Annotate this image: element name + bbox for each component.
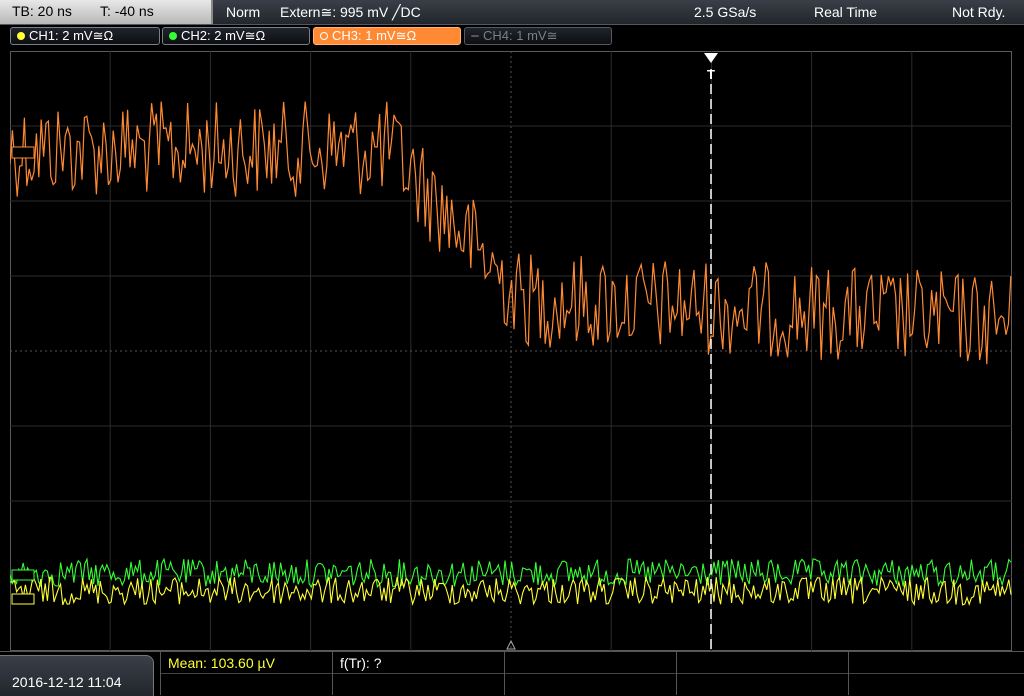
channel-tabs: CH1: 2 mV≅Ω CH2: 2 mV≅Ω CH3: 1 mV≅Ω CH4:… xyxy=(0,26,1024,48)
trigger-label: T xyxy=(707,67,715,82)
ch3-offset-icon xyxy=(11,146,35,159)
ch3-color-icon xyxy=(320,32,328,40)
ch4-label: CH4: 1 mV≅ xyxy=(483,28,558,43)
channel-tab-ch4[interactable]: CH4: 1 mV≅ xyxy=(464,27,612,45)
ch2-color-icon xyxy=(169,32,177,40)
ch1-offset-marker[interactable] xyxy=(11,593,35,605)
ch3-offset-marker[interactable] xyxy=(11,146,35,159)
measurement-cell-5[interactable] xyxy=(848,652,1024,695)
trigger-mode[interactable]: Norm xyxy=(226,4,260,20)
ch2-offset-marker[interactable] xyxy=(11,569,35,581)
ch2-offset-icon xyxy=(11,569,35,581)
datetime-box: 2016-12-12 11:04 xyxy=(0,655,154,696)
timebase-value: TB: 20 ns xyxy=(12,3,72,19)
trigger-arrow-icon[interactable] xyxy=(704,53,718,63)
measurement-cell-3[interactable] xyxy=(504,652,676,695)
ch2-label: CH2: 2 mV≅Ω xyxy=(181,28,266,43)
mean-measurement: Mean: 103.60 µV xyxy=(168,655,275,671)
frequency-measurement: f(Tr): ? xyxy=(340,655,382,671)
waveform-display: T xyxy=(10,51,1012,651)
trigger-offset-value: T: -40 ns xyxy=(100,3,154,19)
channel-tab-ch2[interactable]: CH2: 2 mV≅Ω xyxy=(162,27,310,45)
ch1-offset-icon xyxy=(11,593,35,605)
measurement-cell-4[interactable] xyxy=(676,652,848,695)
acquisition-status: Not Rdy. xyxy=(952,4,1006,20)
channel-tab-ch1[interactable]: CH1: 2 mV≅Ω xyxy=(10,27,160,45)
acquisition-mode[interactable]: Real Time xyxy=(814,4,877,20)
ch3-waveform xyxy=(10,101,1012,365)
ch4-off-icon xyxy=(471,35,479,37)
ch1-color-icon xyxy=(17,32,25,40)
trigger-source[interactable]: Extern≅: 995 mV ╱DC xyxy=(280,4,421,21)
timebase-box[interactable]: TB: 20 ns T: -40 ns xyxy=(0,0,213,24)
ch3-label: CH3: 1 mV≅Ω xyxy=(332,28,417,43)
channel-tab-ch3[interactable]: CH3: 1 mV≅Ω xyxy=(313,27,461,45)
sample-rate[interactable]: 2.5 GSa/s xyxy=(694,4,756,20)
ch1-label: CH1: 2 mV≅Ω xyxy=(29,28,114,43)
status-bar: TB: 20 ns T: -40 ns Norm Extern≅: 995 mV… xyxy=(0,0,1024,25)
datetime-value: 2016-12-12 11:04 xyxy=(12,674,122,690)
